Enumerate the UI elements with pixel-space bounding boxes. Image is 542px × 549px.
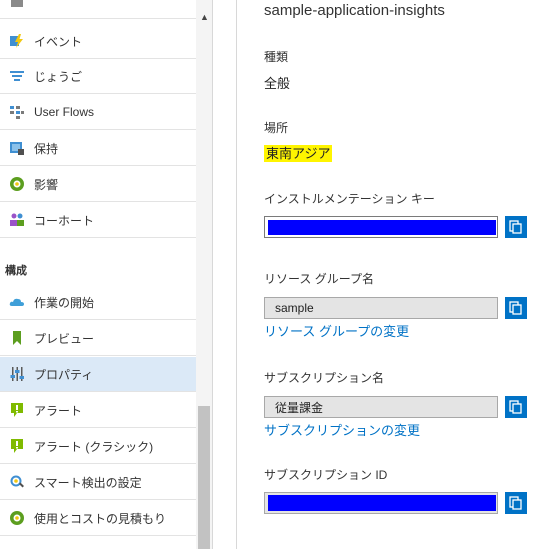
bookmark-preview-icon [8,329,26,347]
nav-item-funnels[interactable]: じょうご [0,59,196,94]
nav-item-retention[interactable]: 保持 [0,131,196,166]
application-name: sample-application-insights [264,2,445,19]
location-label: 場所 [264,121,289,135]
smart-detection-icon [8,473,26,491]
change-subscription-link[interactable]: サブスクリプションの変更 [264,420,420,439]
location-highlight: 東南アジア [264,145,333,162]
nav-label: User Flows [34,105,95,119]
cloud-getting-started-icon [8,293,26,311]
copy-icon [509,496,522,510]
nav-label: アラート (クラシック) [34,439,154,454]
nav-label: プレビュー [34,331,95,346]
panel-divider [236,0,237,549]
nav-item-partial[interactable] [0,537,196,549]
copy-subscription-id-button[interactable] [505,492,527,514]
subscription-name-field[interactable]: 従量課金 [264,396,498,418]
copy-resource-group-button[interactable] [505,297,527,319]
nav-label: じょうご [34,69,83,84]
resource-group-label: リソース グループ名 [264,272,375,286]
nav-label: プロパティ [34,367,94,382]
copy-icon [509,301,522,315]
nav-item-alerts[interactable]: アラート [0,393,196,428]
nav-label: 影響 [34,177,59,192]
instrumentation-key-label: インストルメンテーション キー [264,192,435,206]
nav-item-preview[interactable]: プレビュー [0,321,196,356]
partial-icon [8,0,26,10]
nav-item-alerts-classic[interactable]: アラート (クラシック) [0,429,196,464]
type-value: 全般 [264,76,291,91]
nav-item-cohorts[interactable]: コーホート [0,203,196,238]
nav-item-user-flows[interactable]: User Flows [0,95,196,130]
location-value: 東南アジア [264,143,333,162]
copy-subscription-name-button[interactable] [505,396,527,418]
nav-item-impact[interactable]: 影響 [0,167,196,202]
alert-classic-icon [8,437,26,455]
change-resource-group-link[interactable]: リソース グループの変更 [264,321,409,340]
partial-icon [8,546,26,549]
resource-group-field[interactable]: sample [264,297,498,319]
redaction-mark [268,220,496,235]
redaction-mark [268,495,496,511]
scrollbar-thumb[interactable] [198,406,210,549]
type-label: 種類 [264,50,289,64]
nav-item-smart-detection[interactable]: スマート検出の設定 [0,465,196,500]
retention-icon [8,139,26,157]
nav-label: 使用とコストの見積もり [34,511,167,526]
copy-instrumentation-key-button[interactable] [505,216,527,238]
usage-cost-icon [8,509,26,527]
lightning-events-icon [8,32,26,50]
nav-label: 保持 [34,141,59,156]
funnel-icon [8,67,26,85]
impact-icon [8,175,26,193]
user-flows-icon [8,103,26,121]
scroll-up-arrow-icon[interactable]: ▲ [200,12,209,22]
cohorts-icon [8,211,26,229]
nav-label: 作業の開始 [34,295,95,310]
section-header-configure: 構成 [5,265,27,277]
nav-item-properties[interactable]: プロパティ [0,357,196,392]
nav-label: アラート [34,403,83,418]
nav-item-events[interactable]: イベント [0,24,196,59]
nav-item-usage-cost[interactable]: 使用とコストの見積もり [0,501,196,536]
nav-label: スマート検出の設定 [34,475,142,490]
subscription-name-label: サブスクリプション名 [264,371,385,385]
nav-label: コーホート [34,213,95,228]
copy-icon [509,400,522,414]
subscription-id-label: サブスクリプション ID [264,468,388,482]
sliders-properties-icon [8,365,26,383]
nav-label: イベント [34,34,83,49]
nav-item-getting-started[interactable]: 作業の開始 [0,285,196,320]
resource-menu: イベント じょうご User Flows 保持 影響 コーホート 構成 作業の開… [0,0,213,549]
nav-item-partial[interactable] [0,0,196,19]
alert-icon [8,401,26,419]
copy-icon [509,220,522,234]
